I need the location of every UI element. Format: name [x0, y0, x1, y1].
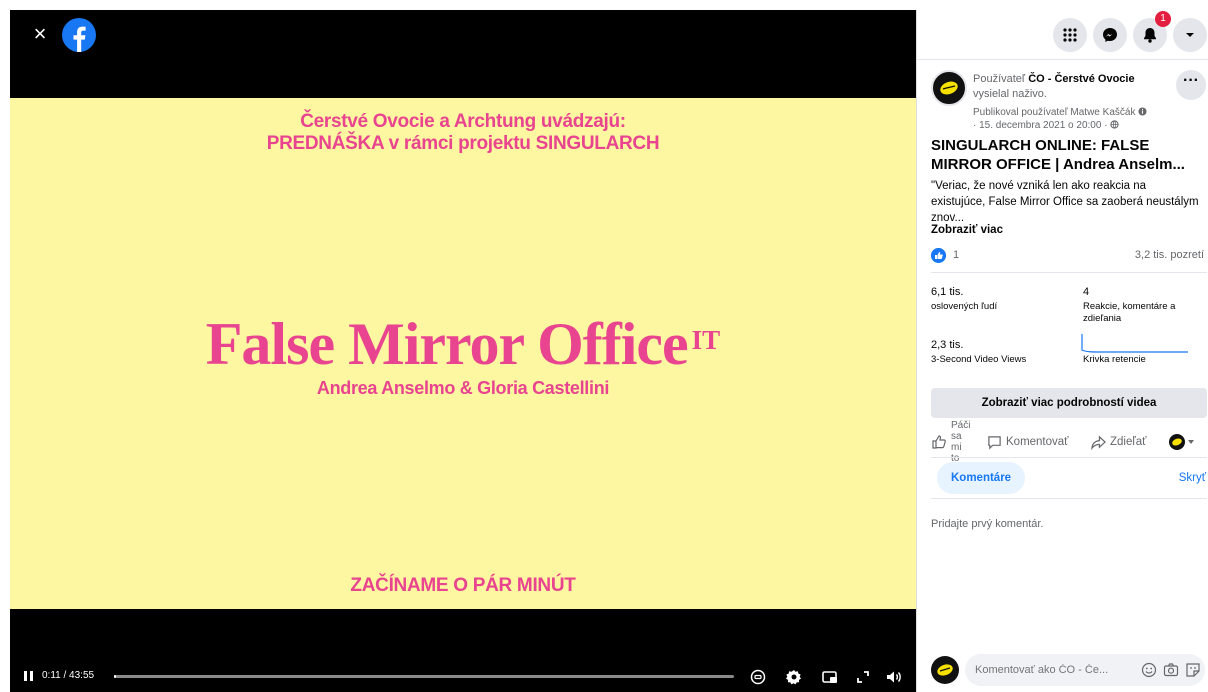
author-prefix: Používateľ [973, 73, 1026, 85]
divider [931, 272, 1207, 273]
lemon-logo-icon [937, 664, 953, 676]
close-button[interactable]: × [28, 22, 52, 46]
published-by-text[interactable]: Publikoval používateľ Matwe Kaščák [973, 107, 1135, 118]
slide-title: False Mirror Office IT [10, 310, 916, 378]
share-icon [1091, 434, 1106, 450]
facebook-logo-icon[interactable] [62, 18, 96, 52]
post-side-panel: 1 Používateľ ČO - Čerstvé Ovocie vysiela… [916, 10, 1208, 692]
author-action: vysielal naživo. [973, 88, 1047, 100]
volume-icon[interactable] [884, 667, 904, 687]
comment-input[interactable] [975, 654, 1139, 686]
slide-intro: Čerstvé Ovocie a Archtung uvádzajú: PRED… [10, 111, 916, 155]
like-count[interactable]: 1 [953, 249, 959, 261]
info-icon [1138, 107, 1147, 116]
views3s-label: 3-Second Video Views [931, 354, 1027, 365]
settings-gear-icon[interactable] [784, 667, 804, 687]
see-more-link[interactable]: Zobraziť viac [931, 224, 1003, 236]
hide-comments-link[interactable]: Skryť [1179, 472, 1206, 484]
views3s-value: 2,3 tis. [931, 339, 964, 351]
comment-button[interactable]: Komentovať [987, 424, 1069, 460]
like-button[interactable]: Páči sa mi to [931, 420, 971, 464]
lemon-logo-icon [940, 81, 958, 95]
post-title: SINGULARCH ONLINE: FALSE MIRROR OFFICE |… [931, 136, 1207, 174]
camera-icon[interactable] [1163, 662, 1179, 678]
progress-fill [114, 675, 117, 678]
share-button[interactable]: Zdieľať [1091, 424, 1146, 460]
page-avatar[interactable] [931, 70, 967, 106]
more-options-button[interactable]: ··· [1176, 70, 1206, 100]
retention-label: Krivka retencie [1083, 354, 1146, 365]
post-description: "Veriac, že nové vzniká len ako reakcia … [931, 180, 1199, 224]
commenter-avatar[interactable] [931, 656, 959, 684]
slide-title-superscript: IT [691, 325, 721, 355]
slide-starting-soon: ZAČÍNAME O PÁR MINÚT [350, 575, 576, 596]
time-display: 0:11 / 43:55 [42, 670, 95, 681]
slide-authors: Andrea Anselmo & Gloria Castellini [316, 378, 610, 398]
comment-button-label: Komentovať [1006, 436, 1069, 448]
captions-icon[interactable] [748, 667, 768, 687]
messenger-icon [1103, 28, 1117, 42]
share-button-label: Zdieľať [1110, 436, 1147, 448]
slide-intro-line1: Čerstvé Ovocie a Archtung uvádzajú: [300, 111, 626, 132]
reaction-identity-selector[interactable] [1169, 424, 1199, 460]
bell-icon [1144, 28, 1156, 43]
caret-down-icon [1186, 33, 1194, 37]
notification-badge: 1 [1155, 11, 1171, 27]
video-player[interactable]: × Čerstvé Ovocie a Archtung uvádzajú: PR… [10, 10, 916, 692]
thumbs-up-icon [932, 435, 946, 449]
reached-label: oslovených ľudí [931, 301, 998, 312]
video-frame: Čerstvé Ovocie a Archtung uvádzajú: PRED… [10, 98, 916, 609]
tab-comments[interactable]: Komentáre [937, 462, 1026, 494]
comment-icon [988, 435, 1001, 450]
progress-bar[interactable] [114, 675, 734, 678]
divider [931, 457, 1207, 458]
fullscreen-icon[interactable] [853, 667, 873, 687]
account-menu-button[interactable] [1173, 18, 1207, 52]
video-details-button[interactable]: Zobraziť viac podrobností videa [931, 388, 1207, 418]
pause-button[interactable] [22, 669, 36, 683]
divider [931, 498, 1207, 499]
slide-intro-line2: PREDNÁŠKA v rámci projektu SINGULARCH [266, 133, 660, 154]
comment-composer[interactable] [965, 654, 1205, 686]
view-count[interactable]: 3,2 tis. pozretí [1135, 249, 1204, 261]
divider [917, 59, 1208, 60]
emoji-icon[interactable] [1141, 662, 1157, 678]
grid-icon [1063, 28, 1077, 42]
sticker-icon[interactable] [1185, 662, 1201, 678]
menu-grid-button[interactable] [1053, 18, 1087, 52]
globe-icon [1110, 120, 1119, 129]
video-controls: 0:11 / 43:55 [10, 662, 916, 692]
reactions-value: 4 [1083, 286, 1090, 298]
post-date-line: · 15. decembra 2021 o 20:00 · [973, 120, 1119, 131]
post-date[interactable]: · 15. decembra 2021 o 20:00 · [973, 120, 1108, 131]
author-name-link[interactable]: ČO - Čerstvé Ovocie [1028, 73, 1134, 85]
reactions-label: Reakcie, komentáre a zdieľania [1083, 301, 1176, 324]
published-by: Publikoval používateľ Matwe Kaščák [973, 107, 1147, 118]
picture-in-picture-icon[interactable] [820, 667, 840, 687]
retention-curve-chart[interactable] [1081, 332, 1189, 354]
post-author-line: Používateľ ČO - Čerstvé Ovocie [973, 73, 1135, 85]
reached-value: 6,1 tis. [931, 286, 964, 298]
messenger-button[interactable] [1093, 18, 1127, 52]
page-identity-icon [1169, 434, 1194, 450]
slide-title-text: False Mirror Office [205, 311, 689, 377]
post-title-line1: SINGULARCH ONLINE: FALSE [931, 137, 1150, 154]
empty-comments-text: Pridajte prvý komentár. [931, 518, 1044, 530]
post-title-line2: MIRROR OFFICE | Andrea Anselm... [931, 156, 1185, 173]
like-reaction-icon [931, 248, 946, 263]
